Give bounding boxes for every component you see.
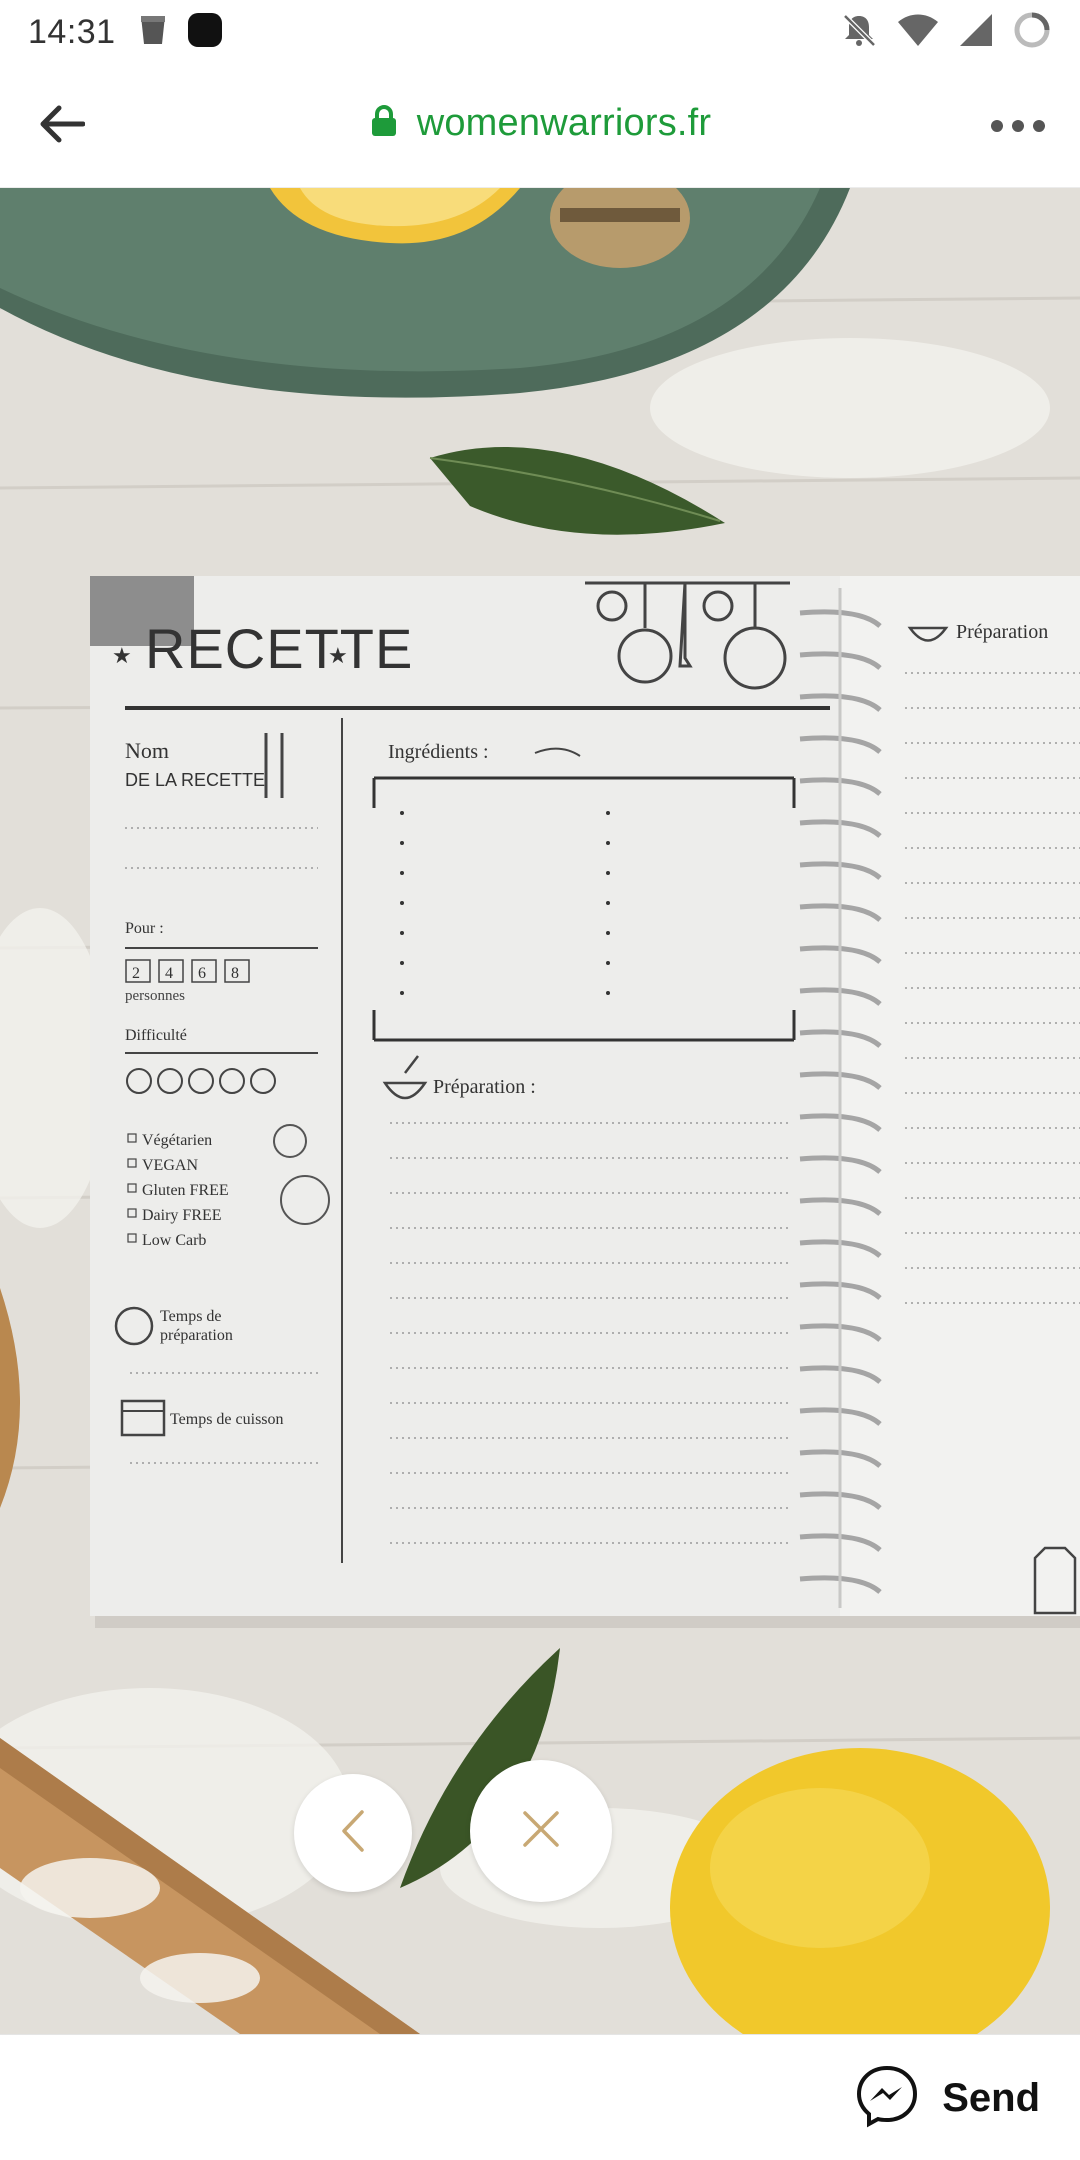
send-label: Send <box>942 2075 1040 2120</box>
diet-gluten-free: Gluten FREE <box>142 1182 229 1199</box>
app-square-icon <box>186 11 224 54</box>
more-horizontal-icon <box>990 119 1046 138</box>
recette-title: RECETTE <box>145 617 413 680</box>
cellular-signal-icon <box>958 12 994 53</box>
cook-time-label: Temps de cuisson <box>170 1411 284 1428</box>
right-page-preparation-label: Préparation <box>956 621 1048 643</box>
close-viewer-button[interactable] <box>470 1760 612 1902</box>
more-options-button[interactable] <box>986 104 1050 152</box>
people-option-8: 8 <box>231 965 239 982</box>
diet-vegan: VEGAN <box>142 1157 198 1174</box>
url-display[interactable]: womenwarriors.fr <box>0 102 1080 145</box>
status-time: 14:31 <box>28 12 116 51</box>
temps-de-label: Temps de <box>160 1308 222 1325</box>
ingredients-label: Ingrédients : <box>388 741 489 763</box>
svg-text:★: ★ <box>112 643 132 668</box>
messenger-send-button[interactable]: Send <box>854 2063 1040 2133</box>
diet-dairy-free: Dairy FREE <box>142 1207 222 1224</box>
status-right-icons <box>840 10 1052 55</box>
people-option-2: 2 <box>132 965 140 982</box>
recipe-notebook-photo: ★ RECETTE ★ Nom DE LA RECETTE Pour : 2 4… <box>0 188 1080 2034</box>
chevron-left-icon <box>338 1808 368 1859</box>
difficulte-label: Difficulté <box>125 1027 187 1044</box>
wifi-icon <box>896 12 940 53</box>
status-left-icons <box>138 11 224 54</box>
notifications-off-icon <box>840 11 878 54</box>
preparation-label: Préparation : <box>433 1076 536 1098</box>
de-la-recette-label: DE LA RECETTE <box>125 770 265 790</box>
messenger-icon <box>854 2063 920 2134</box>
people-option-6: 6 <box>198 965 206 982</box>
image-viewer[interactable]: ★ RECETTE ★ Nom DE LA RECETTE Pour : 2 4… <box>0 188 1080 2034</box>
close-icon <box>521 1809 561 1854</box>
cup-icon <box>138 13 168 52</box>
previous-image-button[interactable] <box>294 1774 412 1892</box>
personnes-label: personnes <box>125 988 185 1004</box>
preparation-time-label: préparation <box>160 1327 233 1344</box>
lock-icon <box>369 104 399 143</box>
domain-text: womenwarriors.fr <box>416 102 712 144</box>
diet-vegetarien: Végétarien <box>142 1132 212 1149</box>
browser-toolbar: womenwarriors.fr <box>0 64 1080 188</box>
bottom-bar: Send <box>0 2034 1080 2160</box>
svg-text:★: ★ <box>328 643 348 668</box>
pour-label: Pour : <box>125 920 164 937</box>
status-bar: 14:31 <box>0 0 1080 64</box>
people-option-4: 4 <box>165 965 173 982</box>
nom-label: Nom <box>125 738 169 763</box>
battery-loading-icon <box>1012 10 1052 55</box>
diet-low-carb: Low Carb <box>142 1232 206 1249</box>
